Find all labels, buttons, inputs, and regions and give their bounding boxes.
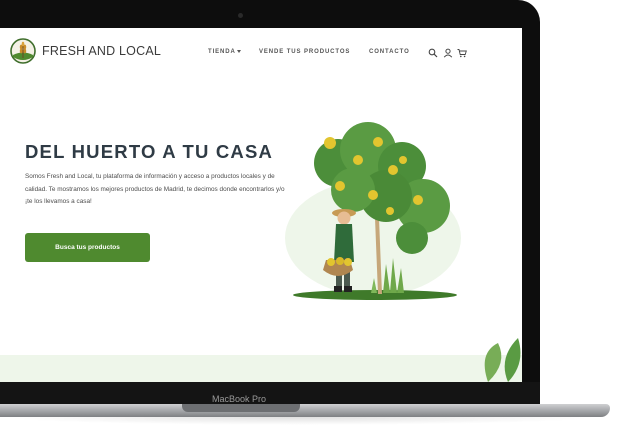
nav-tienda[interactable]: TIENDA	[208, 49, 241, 55]
laptop-mockup: FRESH AND LOCAL TIENDA VENDE TUS PRODUCT…	[0, 0, 619, 442]
wheat-logo-icon	[10, 38, 36, 64]
cart-icon[interactable]	[457, 48, 467, 58]
search-icon[interactable]	[428, 48, 438, 58]
nav-tienda-label: TIENDA	[208, 49, 236, 55]
search-products-button[interactable]: Busca tus productos	[25, 233, 150, 262]
brand-name: FRESH AND LOCAL	[42, 44, 162, 58]
farmer-tree-illustration	[285, 122, 461, 300]
hero-title: DEL HUERTO A TU CASA	[25, 141, 274, 162]
website-screen: FRESH AND LOCAL TIENDA VENDE TUS PRODUCT…	[0, 28, 522, 382]
camera	[238, 13, 243, 18]
brand-logo[interactable]: FRESH AND LOCAL	[10, 38, 161, 64]
hero-description: Somos Fresh and Local, tu plataforma de …	[25, 173, 285, 206]
laptop-model-label: MacBook Pro	[211, 394, 267, 404]
nav-vende-tus-productos[interactable]: VENDE TUS PRODUCTOS	[259, 49, 350, 55]
user-icon[interactable]	[443, 48, 453, 58]
footer-band	[0, 355, 522, 382]
laptop-base	[0, 404, 610, 417]
chevron-down-icon	[236, 49, 241, 53]
leaf-decoration	[484, 338, 521, 382]
nav-contacto[interactable]: CONTACTO	[369, 49, 410, 55]
laptop-shadow	[0, 417, 600, 425]
laptop-notch	[182, 404, 300, 412]
